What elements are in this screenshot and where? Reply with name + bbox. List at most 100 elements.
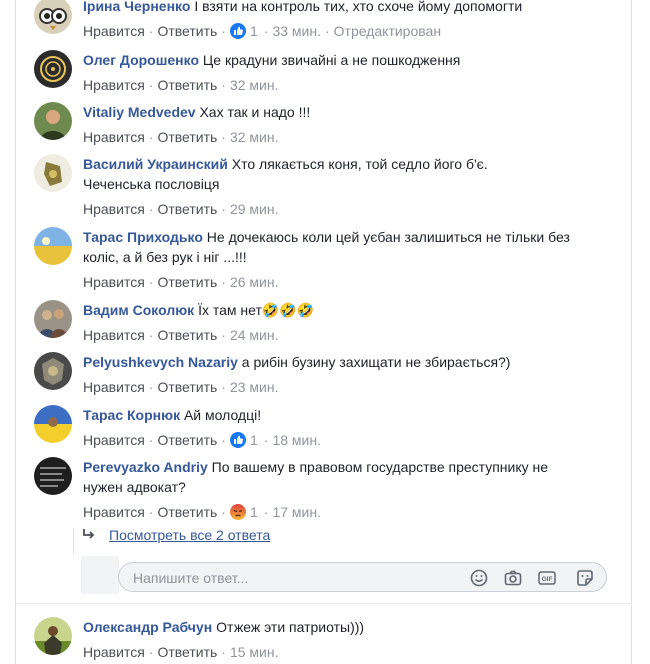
- camera-icon[interactable]: [503, 568, 523, 588]
- comment-text: Отжеж эти патриоты))): [216, 619, 365, 635]
- comment-time[interactable]: 33 мин.: [272, 23, 321, 39]
- like-button[interactable]: Нравится: [83, 644, 145, 660]
- separator-dot: ·: [221, 274, 226, 290]
- separator-dot: ·: [221, 379, 226, 395]
- gif-icon[interactable]: GIF: [537, 568, 557, 588]
- comment-author[interactable]: Тарас Приходько: [83, 229, 203, 245]
- comment-author[interactable]: Василий Украинский: [83, 156, 228, 172]
- thread-rail-left: [15, 0, 16, 664]
- thread-rail-right: [631, 0, 632, 664]
- separator-dot: ·: [221, 504, 226, 520]
- separator-dot: ·: [148, 129, 154, 145]
- comment-author[interactable]: Олександр Рабчун: [83, 619, 212, 635]
- avatar[interactable]: [34, 457, 72, 495]
- separator-dot: ·: [221, 129, 226, 145]
- comment-divider: [15, 603, 632, 604]
- comment-author[interactable]: Ірина Черненко: [83, 0, 190, 14]
- reply-input[interactable]: [131, 568, 455, 588]
- reply-thread-line: [73, 528, 74, 554]
- edited-label[interactable]: Отредактирован: [334, 23, 441, 39]
- reaction-count[interactable]: 1: [250, 432, 258, 448]
- separator-dot: ·: [148, 504, 154, 520]
- comment-author[interactable]: Pelyushkevych Nazariy: [83, 354, 238, 370]
- separator-dot: ·: [148, 23, 154, 39]
- comment-text-line-2: коліс, а й без рук і ніг ...!!!: [83, 249, 247, 265]
- like-button[interactable]: Нравится: [83, 23, 145, 39]
- reply-button[interactable]: Ответить: [157, 644, 217, 660]
- like-button[interactable]: Нравится: [83, 432, 145, 448]
- angry-reaction-icon[interactable]: [229, 504, 246, 524]
- separator-dot: ·: [221, 23, 226, 39]
- like-button[interactable]: Нравится: [83, 274, 145, 290]
- comment-time[interactable]: 15 мин.: [230, 644, 279, 660]
- reply-button[interactable]: Ответить: [157, 23, 217, 39]
- reaction-count[interactable]: 1: [250, 23, 258, 39]
- avatar[interactable]: [34, 102, 72, 140]
- comment-author[interactable]: Vitaliy Medvedev: [83, 104, 196, 120]
- comment-time[interactable]: 32 мин.: [230, 129, 279, 145]
- view-replies-link[interactable]: Посмотреть все 2 ответа: [109, 527, 270, 543]
- comment-text: Ай молодці!: [183, 407, 262, 423]
- reply-button[interactable]: Ответить: [157, 77, 217, 93]
- separator-dot: ·: [221, 432, 226, 448]
- separator-dot: ·: [148, 201, 154, 217]
- reply-button[interactable]: Ответить: [157, 379, 217, 395]
- reply-box[interactable]: GIF: [118, 562, 607, 592]
- like-button[interactable]: Нравится: [83, 504, 145, 520]
- separator-dot: ·: [148, 432, 154, 448]
- avatar[interactable]: [34, 227, 72, 265]
- like-button[interactable]: Нравится: [83, 77, 145, 93]
- reply-button[interactable]: Ответить: [157, 432, 217, 448]
- separator-dot: ·: [148, 644, 154, 660]
- comment-author[interactable]: Олег Дорошенко: [83, 52, 199, 68]
- separator-dot: ·: [263, 504, 269, 520]
- separator-dot: ·: [221, 77, 226, 93]
- like-button[interactable]: Нравится: [83, 327, 145, 343]
- reply-button[interactable]: Ответить: [157, 504, 217, 520]
- like-button[interactable]: Нравится: [83, 201, 145, 217]
- like-button[interactable]: Нравится: [83, 379, 145, 395]
- reply-button[interactable]: Ответить: [157, 129, 217, 145]
- comment-text: І взяти на контроль тих, хто схоче йому …: [194, 0, 523, 14]
- separator-dot: ·: [148, 274, 154, 290]
- comment-text: По вашему в правовом государстве преступ…: [211, 459, 549, 475]
- reply-button[interactable]: Ответить: [157, 327, 217, 343]
- comment-time[interactable]: 23 мин.: [230, 379, 279, 395]
- separator-dot: ·: [263, 432, 269, 448]
- avatar[interactable]: [34, 405, 72, 443]
- comment-author[interactable]: Тарас Корнюк: [83, 407, 180, 423]
- comment-time[interactable]: 26 мин.: [230, 274, 279, 290]
- avatar[interactable]: [34, 352, 72, 390]
- emoji-icon[interactable]: [469, 568, 489, 588]
- reaction-count[interactable]: 1: [250, 504, 258, 520]
- avatar[interactable]: [34, 0, 72, 34]
- comment-time[interactable]: 29 мин.: [230, 201, 279, 217]
- comment-author[interactable]: Вадим Соколюк: [83, 302, 194, 318]
- comment-author[interactable]: Perevyazko Andriy: [83, 459, 208, 475]
- comment-time[interactable]: 24 мин.: [230, 327, 279, 343]
- separator-dot: ·: [221, 644, 226, 660]
- comment-text: а рибін бузину захищати не збирається?): [241, 354, 511, 370]
- sticker-icon[interactable]: [575, 568, 595, 588]
- avatar[interactable]: [34, 154, 72, 192]
- like-reaction-icon[interactable]: [229, 23, 246, 43]
- comment-text: Їх там нет🤣🤣🤣: [198, 302, 315, 318]
- avatar[interactable]: [34, 50, 72, 88]
- separator-dot: ·: [148, 379, 154, 395]
- separator-dot: ·: [263, 23, 269, 39]
- comment-time[interactable]: 32 мин.: [230, 77, 279, 93]
- reply-button[interactable]: Ответить: [157, 274, 217, 290]
- comment-text-line-2: нужен адвокат?: [83, 479, 186, 495]
- like-reaction-icon[interactable]: [229, 432, 246, 452]
- reply-button[interactable]: Ответить: [157, 201, 217, 217]
- comment-time[interactable]: 17 мин.: [272, 504, 321, 520]
- avatar[interactable]: [34, 617, 72, 655]
- comment-text: Хах так и надо !!!: [199, 104, 311, 120]
- separator-dot: ·: [148, 327, 154, 343]
- comment-time[interactable]: 18 мин.: [272, 432, 321, 448]
- like-button[interactable]: Нравится: [83, 129, 145, 145]
- avatar[interactable]: [34, 300, 72, 338]
- svg-text:GIF: GIF: [542, 576, 553, 583]
- separator-dot: ·: [221, 201, 226, 217]
- current-user-avatar: [81, 556, 119, 594]
